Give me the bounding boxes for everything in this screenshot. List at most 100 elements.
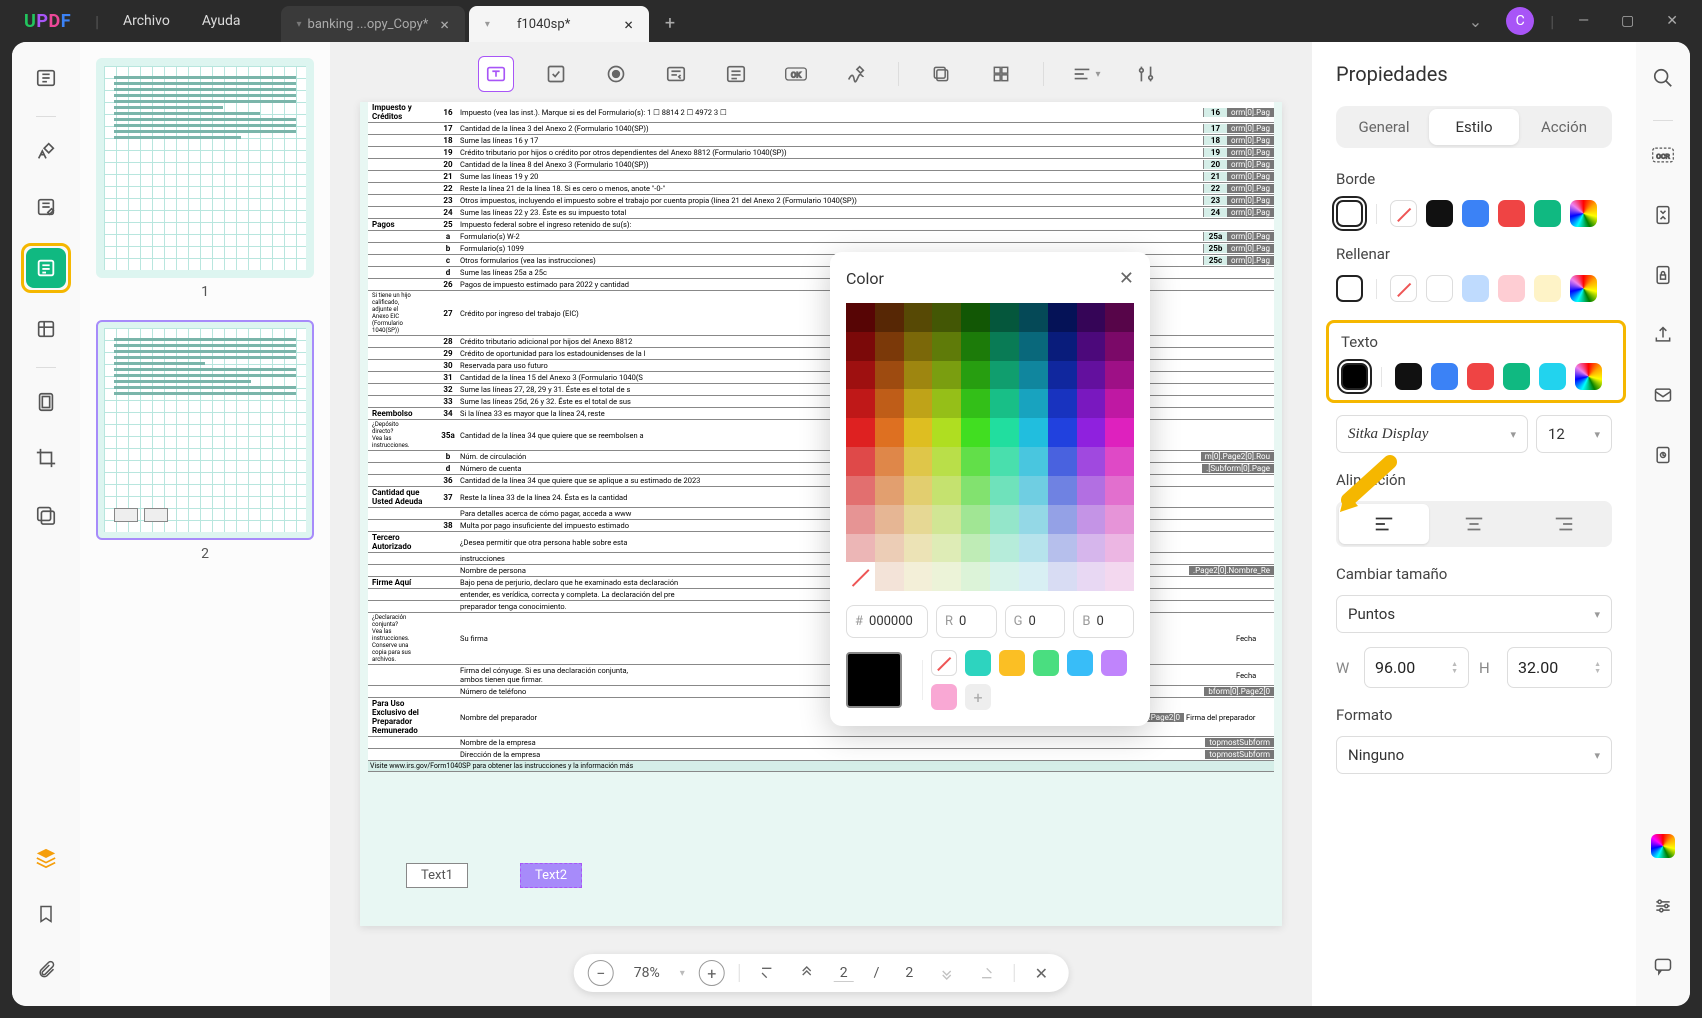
color-cell[interactable] bbox=[990, 476, 1019, 505]
color-cell[interactable] bbox=[961, 418, 990, 447]
listbox-tool[interactable] bbox=[718, 56, 754, 92]
color-cell[interactable] bbox=[1077, 303, 1106, 332]
last-page-button[interactable] bbox=[973, 960, 999, 986]
color-cell[interactable] bbox=[904, 505, 933, 534]
text-swatch[interactable] bbox=[1539, 363, 1566, 390]
color-cell[interactable] bbox=[961, 303, 990, 332]
color-cell[interactable] bbox=[990, 447, 1019, 476]
color-cell[interactable] bbox=[846, 447, 875, 476]
tab-action[interactable]: Acción bbox=[1519, 109, 1609, 145]
color-cell[interactable] bbox=[846, 361, 875, 390]
text-field-tool[interactable] bbox=[478, 56, 514, 92]
color-cell[interactable] bbox=[961, 332, 990, 361]
color-cell[interactable] bbox=[1105, 505, 1134, 534]
color-cell[interactable] bbox=[1077, 476, 1106, 505]
color-cell[interactable] bbox=[990, 562, 1019, 591]
grid-tool[interactable] bbox=[983, 56, 1019, 92]
color-cell[interactable] bbox=[1077, 389, 1106, 418]
crop-icon[interactable] bbox=[26, 438, 66, 478]
border-swatch[interactable] bbox=[1462, 200, 1489, 227]
color-cell[interactable] bbox=[904, 562, 933, 591]
color-cell[interactable] bbox=[875, 389, 904, 418]
border-custom-swatch[interactable] bbox=[1570, 200, 1597, 227]
color-cell[interactable] bbox=[1105, 534, 1134, 563]
organize-icon[interactable] bbox=[26, 309, 66, 349]
form-mode-icon[interactable] bbox=[26, 248, 66, 288]
text-swatch[interactable] bbox=[1431, 363, 1458, 390]
preset-add[interactable]: + bbox=[965, 684, 991, 710]
color-cell[interactable] bbox=[1019, 303, 1048, 332]
color-cell[interactable] bbox=[961, 389, 990, 418]
color-cell[interactable] bbox=[932, 562, 961, 591]
color-cell[interactable] bbox=[961, 361, 990, 390]
b-input[interactable]: B0 bbox=[1073, 605, 1134, 638]
preset-none[interactable] bbox=[931, 650, 957, 676]
color-cell[interactable] bbox=[875, 505, 904, 534]
r-input[interactable]: R0 bbox=[936, 605, 997, 638]
signature-tool[interactable] bbox=[838, 56, 874, 92]
menu-file[interactable]: Archivo bbox=[123, 13, 170, 29]
print-icon[interactable] bbox=[1643, 435, 1683, 475]
tab-general[interactable]: General bbox=[1339, 109, 1429, 145]
compress-icon[interactable] bbox=[1643, 195, 1683, 235]
color-cell[interactable] bbox=[990, 389, 1019, 418]
color-cell[interactable] bbox=[904, 418, 933, 447]
protect-icon[interactable] bbox=[1643, 255, 1683, 295]
edit-text-icon[interactable] bbox=[26, 187, 66, 227]
preset-swatch[interactable] bbox=[965, 650, 991, 676]
color-cell[interactable] bbox=[1105, 418, 1134, 447]
color-cell[interactable] bbox=[961, 447, 990, 476]
color-cell[interactable] bbox=[1019, 447, 1048, 476]
fill-swatch[interactable] bbox=[1426, 275, 1453, 302]
color-cell[interactable] bbox=[1048, 332, 1077, 361]
g-input[interactable]: G0 bbox=[1005, 605, 1066, 638]
color-cell[interactable] bbox=[1105, 361, 1134, 390]
close-button[interactable]: ✕ bbox=[1650, 5, 1694, 37]
menu-help[interactable]: Ayuda bbox=[202, 13, 241, 29]
color-cell[interactable] bbox=[875, 361, 904, 390]
color-cell[interactable] bbox=[932, 361, 961, 390]
font-dropdown[interactable]: Sitka Display▾ bbox=[1336, 415, 1528, 453]
preset-swatch[interactable] bbox=[931, 684, 957, 710]
next-page-button[interactable] bbox=[933, 960, 959, 986]
color-cell[interactable] bbox=[1048, 303, 1077, 332]
color-cell[interactable] bbox=[904, 534, 933, 563]
color-cell[interactable] bbox=[1077, 418, 1106, 447]
color-cell[interactable] bbox=[904, 389, 933, 418]
text-field-1[interactable]: Text1 bbox=[406, 863, 468, 888]
color-cell[interactable] bbox=[932, 389, 961, 418]
tab-close-icon[interactable]: × bbox=[612, 15, 633, 34]
minimize-button[interactable]: — bbox=[1562, 5, 1605, 37]
color-cell[interactable] bbox=[932, 447, 961, 476]
border-swatch[interactable] bbox=[1426, 200, 1453, 227]
chat-icon[interactable] bbox=[1643, 946, 1683, 986]
color-cell[interactable] bbox=[932, 418, 961, 447]
checkbox-tool[interactable] bbox=[538, 56, 574, 92]
color-cell[interactable] bbox=[1019, 418, 1048, 447]
dropdown-tool[interactable] bbox=[658, 56, 694, 92]
color-cell[interactable] bbox=[1048, 389, 1077, 418]
fill-swatch[interactable] bbox=[1462, 275, 1489, 302]
color-cell[interactable] bbox=[1048, 361, 1077, 390]
maximize-button[interactable]: ▢ bbox=[1605, 5, 1650, 37]
width-input[interactable]: 96.00▲▼ bbox=[1364, 647, 1469, 688]
settings-slider-icon[interactable] bbox=[1643, 886, 1683, 926]
color-cell[interactable] bbox=[904, 447, 933, 476]
color-cell[interactable] bbox=[932, 303, 961, 332]
button-tool[interactable]: OK bbox=[778, 56, 814, 92]
radio-tool[interactable] bbox=[598, 56, 634, 92]
ai-icon[interactable] bbox=[1643, 826, 1683, 866]
color-cell[interactable] bbox=[904, 332, 933, 361]
tab-add-button[interactable]: + bbox=[653, 5, 687, 42]
bookmark-icon[interactable] bbox=[26, 894, 66, 934]
fill-swatch[interactable] bbox=[1498, 275, 1525, 302]
text-current-swatch[interactable] bbox=[1341, 363, 1368, 390]
zoom-out-button[interactable]: − bbox=[588, 960, 614, 986]
color-cell[interactable] bbox=[1105, 447, 1134, 476]
fill-custom-swatch[interactable] bbox=[1570, 275, 1597, 302]
attachment-icon[interactable] bbox=[26, 950, 66, 990]
color-cell[interactable] bbox=[846, 476, 875, 505]
color-cell[interactable] bbox=[1077, 447, 1106, 476]
units-dropdown[interactable]: Puntos▾ bbox=[1336, 595, 1612, 633]
color-cell[interactable] bbox=[1048, 476, 1077, 505]
